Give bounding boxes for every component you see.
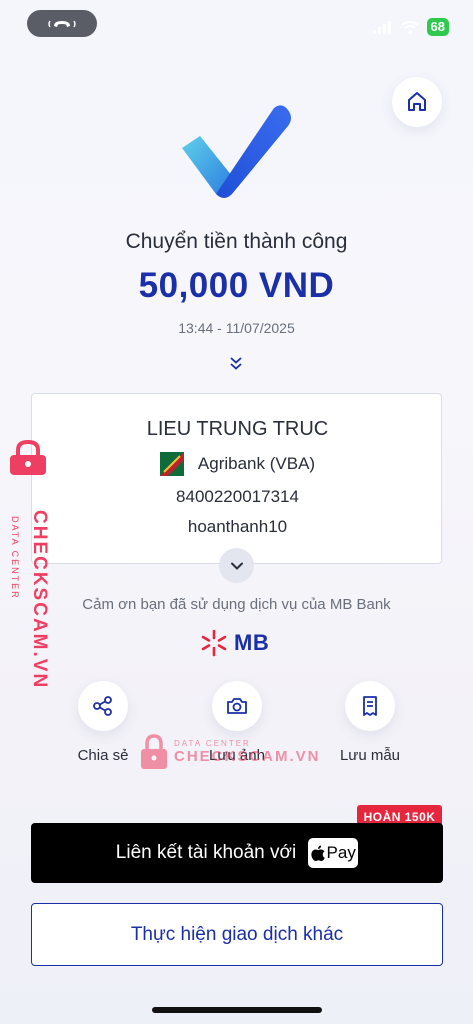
- wifi-icon: [400, 20, 419, 34]
- double-chevron-down-icon[interactable]: [226, 354, 246, 374]
- center-watermark-text: CHECKSCAM.VN: [174, 748, 321, 765]
- phone-icon: [48, 20, 76, 27]
- new-transaction-button[interactable]: Thực hiện giao dịch khác: [31, 903, 443, 966]
- save-template-label: Lưu mẫu: [339, 747, 401, 764]
- share-action[interactable]: Chia sẻ: [53, 681, 153, 764]
- recipient-account-number: 8400220017314: [176, 487, 299, 506]
- battery-level: 68: [426, 18, 449, 36]
- agribank-logo-icon: [159, 452, 184, 476]
- recipient-name: LIEU TRUNG TRUC: [146, 418, 329, 440]
- home-icon: [408, 92, 426, 111]
- save-image-button[interactable]: [212, 681, 262, 731]
- link-apple-pay-button[interactable]: Liên kết tài khoản với Pay: [31, 823, 443, 883]
- home-indicator[interactable]: [152, 1007, 322, 1013]
- share-label: Chia sẻ: [77, 747, 129, 764]
- thank-you-text: Cảm ơn bạn đã sử dụng dịch vụ của MB Ban…: [82, 596, 391, 613]
- side-watermark: DATA CENTER CHECKSCAM.VN: [4, 440, 54, 689]
- ongoing-call-pill[interactable]: [27, 10, 97, 37]
- recipient-bank-row: Agribank (VBA): [32, 452, 443, 476]
- home-button[interactable]: [392, 77, 442, 127]
- side-watermark-sub: DATA CENTER: [10, 516, 20, 600]
- save-template-action[interactable]: Lưu mẫu: [320, 681, 420, 764]
- result-title: Chuyển tiền thành công: [125, 230, 348, 253]
- transfer-note: hoanthanh10: [187, 517, 288, 536]
- center-watermark: DATA CENTER CHECKSCAM.VN: [140, 734, 321, 770]
- side-watermark-text: CHECKSCAM.VN: [29, 510, 50, 690]
- receipt-icon: [363, 696, 377, 716]
- camera-icon: [227, 698, 247, 714]
- apple-icon: [310, 845, 325, 861]
- expand-details-button[interactable]: [219, 548, 254, 583]
- link-apple-pay-label: Liên kết tài khoản với: [115, 842, 297, 863]
- mb-logo-text: MB: [234, 630, 270, 655]
- transfer-datetime: 13:44 - 11/07/2025: [178, 320, 295, 336]
- share-icon: [93, 696, 112, 716]
- success-check-icon: [170, 98, 300, 204]
- recipient-bank-name: Agribank (VBA): [197, 454, 316, 473]
- signal-icon: [372, 20, 391, 34]
- mb-bank-logo: MB: [200, 629, 269, 657]
- lock-icon: [10, 440, 46, 475]
- status-indicators: 68: [372, 18, 449, 36]
- recipient-card: LIEU TRUNG TRUC Agribank (VBA) 840022001…: [31, 393, 442, 564]
- apple-pay-text: Pay: [326, 843, 356, 862]
- center-watermark-sub: DATA CENTER: [174, 739, 251, 748]
- apple-pay-logo: Pay: [308, 838, 359, 868]
- share-button[interactable]: [78, 681, 128, 731]
- lock-icon: [141, 734, 167, 769]
- transfer-amount: 50,000 VND: [138, 266, 335, 305]
- chevron-down-icon: [230, 562, 243, 570]
- mb-star-icon: [201, 629, 227, 657]
- save-template-button[interactable]: [345, 681, 395, 731]
